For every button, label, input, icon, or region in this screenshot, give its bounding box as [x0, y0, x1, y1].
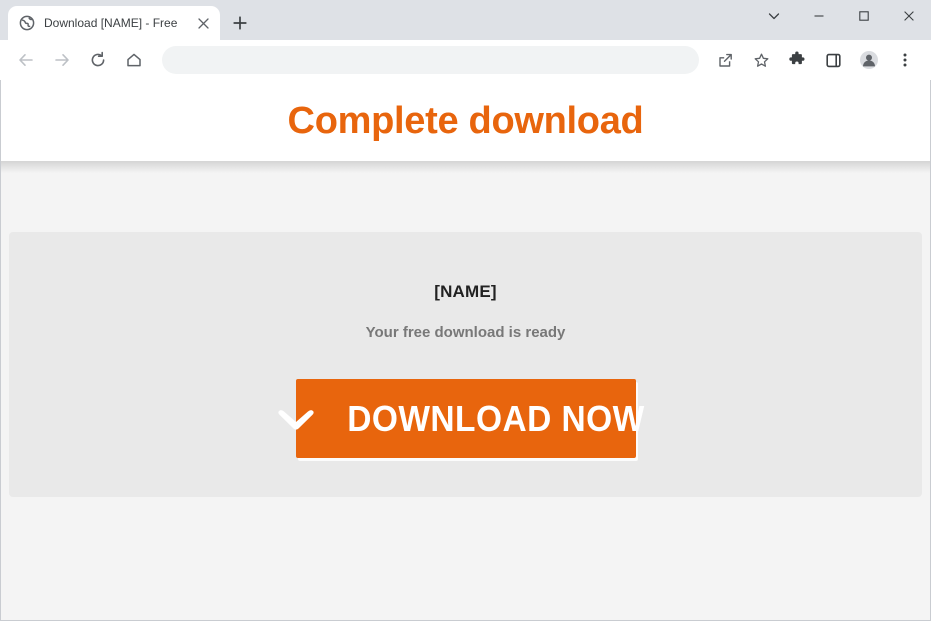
site-header: Complete download: [1, 80, 930, 161]
plus-icon: [233, 16, 247, 30]
share-button[interactable]: [711, 46, 739, 74]
forward-button[interactable]: [48, 46, 76, 74]
close-icon[interactable]: [194, 14, 212, 32]
header-shadow: [1, 161, 930, 173]
browser-window: Download [NAME] - Free Complete download…: [0, 0, 931, 621]
bookmark-button[interactable]: [747, 46, 775, 74]
star-icon: [754, 53, 768, 67]
three-dot-menu-icon: [903, 53, 907, 67]
download-now-label: DOWNLOAD NOW: [346, 397, 645, 439]
arrow-right-icon: [55, 54, 69, 66]
side-panel-icon: [825, 53, 841, 67]
page-title: Complete download: [287, 99, 644, 142]
download-name: [NAME]: [434, 282, 497, 301]
chevron-down-icon: [768, 13, 779, 20]
close-window-button[interactable]: [886, 0, 931, 32]
close-icon: [903, 11, 914, 21]
browser-tab-active[interactable]: Download [NAME] - Free: [8, 6, 220, 40]
tab-search-button[interactable]: [751, 0, 796, 32]
browser-menu-button[interactable]: [891, 46, 919, 74]
page-body: [NAME] Your free download is ready DOWNL…: [1, 232, 930, 497]
tab-strip: Download [NAME] - Free: [0, 0, 931, 40]
minimize-button[interactable]: [796, 0, 841, 32]
maximize-button[interactable]: [841, 0, 886, 32]
new-tab-button[interactable]: [226, 9, 254, 37]
profile-button[interactable]: [855, 46, 883, 74]
maximize-icon: [858, 11, 869, 21]
window-controls: [751, 0, 931, 40]
extensions-button[interactable]: [783, 46, 811, 74]
side-panel-button[interactable]: [819, 46, 847, 74]
download-now-button[interactable]: DOWNLOAD NOW: [277, 379, 644, 458]
arrow-left-icon: [19, 54, 33, 66]
home-icon: [127, 53, 141, 67]
back-button[interactable]: [12, 46, 40, 74]
reload-button[interactable]: [84, 46, 112, 74]
address-bar[interactable]: [162, 46, 699, 74]
minimize-icon: [814, 15, 823, 17]
puzzle-icon: [789, 51, 805, 65]
home-button[interactable]: [120, 46, 148, 74]
chevron-down-icon: [276, 405, 316, 433]
page-viewport: Complete download [NAME] Your free downl…: [0, 80, 931, 621]
share-icon: [718, 53, 732, 67]
tab-title: Download [NAME] - Free: [44, 16, 178, 30]
profile-avatar-icon: [860, 51, 878, 69]
download-status-text: Your free download is ready: [365, 324, 566, 341]
globe-icon: [19, 15, 35, 31]
reload-icon: [91, 51, 105, 67]
browser-toolbar: [0, 40, 931, 80]
download-card: [NAME] Your free download is ready DOWNL…: [9, 232, 922, 497]
